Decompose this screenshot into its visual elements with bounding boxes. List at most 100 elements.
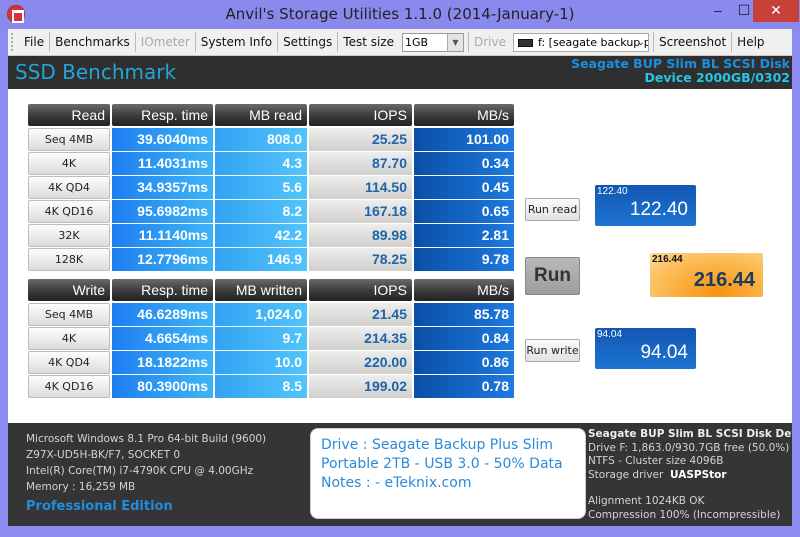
read-mbs: 101.00 — [414, 128, 514, 151]
device-name-line2: Device 2000GB/0302 — [644, 70, 790, 85]
info-footer: Microsoft Windows 8.1 Pro 64-bit Build (… — [8, 423, 792, 526]
write-resp-time: 80.3900ms — [112, 375, 213, 398]
benchmark-header: SSD Benchmark Seagate BUP Slim BL SCSI D… — [8, 56, 792, 89]
read-iops: 167.18 — [309, 200, 412, 223]
minimize-button[interactable]: – — [705, 0, 731, 22]
write-row: 4K 4.6654ms 9.7 214.35 0.84 — [28, 327, 516, 350]
write-mb: 1,024.0 — [215, 303, 307, 326]
read-mbs: 9.78 — [414, 248, 514, 271]
write-test-button[interactable]: Seq 4MB — [28, 303, 110, 326]
write-score: 94.04 94.04 — [595, 328, 696, 369]
write-resp-time: 46.6289ms — [112, 303, 213, 326]
read-test-button[interactable]: 128K — [28, 248, 110, 271]
write-mbs: 85.78 — [414, 303, 514, 326]
test-size-select[interactable]: 1GB ▼ — [402, 32, 464, 52]
chevron-down-icon[interactable]: ▼ — [447, 33, 463, 51]
read-mbs: 0.45 — [414, 176, 514, 199]
disk-info: Seagate BUP Slim BL SCSI Disk Device 2 D… — [588, 428, 792, 522]
drive-icon — [518, 38, 533, 47]
driver-label: Storage driver — [588, 468, 664, 481]
benchmark-panel: Read Resp. time MB read IOPS MB/s Seq 4M… — [8, 89, 792, 423]
write-results-table: Write Resp. time MB written IOPS MB/s Se… — [28, 279, 516, 399]
write-test-button[interactable]: 4K QD16 — [28, 375, 110, 398]
menu-help[interactable]: Help — [732, 35, 769, 49]
read-row: Seq 4MB 39.6040ms 808.0 25.25 101.00 — [28, 128, 516, 151]
write-test-button[interactable]: 4K QD4 — [28, 351, 110, 374]
disk-compression-info: Compression 100% (Incompressible) — [588, 508, 781, 521]
device-name-line1: Seagate BUP Slim BL SCSI Disk — [571, 56, 790, 71]
write-iops: 199.02 — [309, 375, 412, 398]
disk-title: Seagate BUP Slim BL SCSI Disk Device 2 — [588, 428, 792, 440]
board-info: Z97X-UD5H-BK/F7, SOCKET 0 — [26, 449, 181, 461]
write-iops: 220.00 — [309, 351, 412, 374]
write-score-small: 94.04 — [597, 329, 623, 340]
memory-info: Memory : 16,259 MB — [26, 481, 136, 493]
read-header-resp: Resp. time — [112, 104, 213, 126]
run-button[interactable]: Run — [525, 257, 580, 295]
read-iops: 114.50 — [309, 176, 412, 199]
read-iops: 25.25 — [309, 128, 412, 151]
disk-driver-info: Storage driver UASPStor — [588, 469, 792, 483]
menu-benchmarks[interactable]: Benchmarks — [50, 35, 135, 49]
read-mbs: 2.81 — [414, 224, 514, 247]
read-mbs: 0.34 — [414, 152, 514, 175]
test-size-label: Test size — [343, 35, 394, 49]
read-results-table: Read Resp. time MB read IOPS MB/s Seq 4M… — [28, 104, 516, 272]
read-header-row: Read Resp. time MB read IOPS MB/s — [28, 104, 516, 126]
write-header-row: Write Resp. time MB written IOPS MB/s — [28, 279, 516, 301]
drive-value: f: [seagate backup pl — [538, 35, 649, 49]
write-header-iops: IOPS — [309, 279, 412, 301]
drive-select[interactable]: f: [seagate backup pl ⌄ — [513, 32, 649, 52]
notes-textbox[interactable]: Drive : Seagate Backup Plus Slim Portabl… — [310, 428, 586, 519]
total-score-value: 216.44 — [693, 269, 755, 291]
write-mb: 8.5 — [215, 375, 307, 398]
run-write-button[interactable]: Run write — [525, 339, 580, 362]
write-test-button[interactable]: 4K — [28, 327, 110, 350]
notes-line: Drive : Seagate Backup Plus Slim — [321, 437, 554, 453]
toolbar-grip[interactable] — [11, 33, 15, 51]
read-score: 122.40 122.40 — [595, 185, 696, 226]
window-title: Anvil's Storage Utilities 1.1.0 (2014-Ja… — [225, 5, 575, 23]
read-test-button[interactable]: 32K — [28, 224, 110, 247]
cpu-info: Intel(R) Core(TM) i7-4790K CPU @ 4.00GHz — [26, 465, 254, 477]
disk-alignment-info: Alignment 1024KB OK — [588, 495, 705, 507]
read-score-small: 122.40 — [597, 186, 628, 197]
menu-iometer[interactable]: IOmeter — [136, 35, 195, 49]
write-header-mbs: MB/s — [414, 279, 514, 301]
close-button[interactable]: ✕ — [753, 0, 799, 22]
drive-label: Drive — [474, 35, 506, 49]
read-resp-time: 39.6040ms — [112, 128, 213, 151]
chevron-down-icon[interactable]: ⌄ — [637, 34, 645, 51]
device-name: Seagate BUP Slim BL SCSI Disk Device 200… — [571, 57, 790, 85]
disk-fs-info: NTFS - Cluster size 4096B — [588, 455, 724, 467]
write-header-resp: Resp. time — [112, 279, 213, 301]
menu-file[interactable]: File — [19, 35, 49, 49]
read-resp-time: 34.9357ms — [112, 176, 213, 199]
run-read-button[interactable]: Run read — [525, 198, 580, 221]
menu-settings[interactable]: Settings — [278, 35, 337, 49]
write-header-mb: MB written — [215, 279, 307, 301]
page-title: SSD Benchmark — [15, 60, 177, 84]
read-iops: 87.70 — [309, 152, 412, 175]
read-test-button[interactable]: Seq 4MB — [28, 128, 110, 151]
menu-bar: File Benchmarks IOmeter System Info Sett… — [8, 29, 792, 56]
menu-screenshot[interactable]: Screenshot — [654, 35, 731, 49]
write-resp-time: 18.1822ms — [112, 351, 213, 374]
test-size-value: 1GB — [405, 35, 429, 49]
driver-value: UASPStor — [670, 468, 727, 481]
read-mb: 146.9 — [215, 248, 307, 271]
read-header-iops: IOPS — [309, 104, 412, 126]
menu-system-info[interactable]: System Info — [196, 35, 277, 49]
read-row: 4K QD4 34.9357ms 5.6 114.50 0.45 — [28, 176, 516, 199]
notes-line: Portable 2TB - USB 3.0 - 50% Data — [321, 456, 563, 472]
write-mbs: 0.84 — [414, 327, 514, 350]
read-mbs: 0.65 — [414, 200, 514, 223]
read-test-button[interactable]: 4K — [28, 152, 110, 175]
read-test-button[interactable]: 4K QD4 — [28, 176, 110, 199]
write-header-label: Write — [28, 279, 110, 301]
write-score-value: 94.04 — [640, 342, 688, 363]
read-test-button[interactable]: 4K QD16 — [28, 200, 110, 223]
read-resp-time: 12.7796ms — [112, 248, 213, 271]
write-mbs: 0.78 — [414, 375, 514, 398]
title-bar: Anvil's Storage Utilities 1.1.0 (2014-Ja… — [0, 0, 800, 29]
